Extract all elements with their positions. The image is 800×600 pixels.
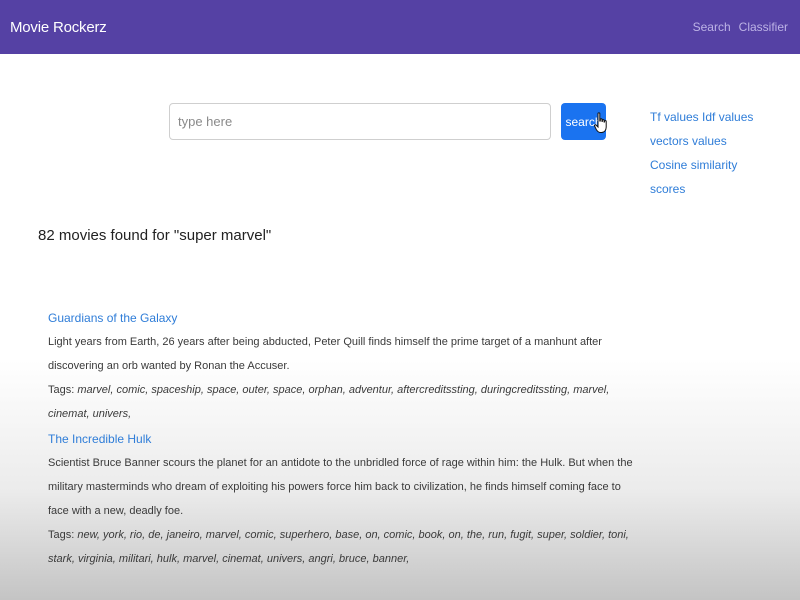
nav-link-classifier[interactable]: Classifier: [739, 20, 788, 34]
result-title-link[interactable]: Guardians of the Galaxy: [48, 306, 638, 330]
result-description: Scientist Bruce Banner scours the planet…: [48, 457, 633, 517]
search-button[interactable]: search: [561, 103, 606, 140]
tf-idf-values-link[interactable]: Tf values Idf values: [650, 105, 760, 129]
tags-values: new, york, rio, de, janeiro, marvel, com…: [48, 529, 629, 565]
result-description: Light years from Earth, 26 years after b…: [48, 336, 602, 372]
nav-links: Search Classifier: [693, 20, 788, 34]
result-item: Guardians of the Galaxy Light years from…: [48, 306, 638, 426]
side-links: Tf values Idf values vectors values Cosi…: [650, 105, 760, 201]
scores-link[interactable]: scores: [650, 177, 760, 201]
result-title-link[interactable]: The Incredible Hulk: [48, 427, 638, 451]
tags-label: Tags:: [48, 384, 75, 396]
result-tags: Tags: new, york, rio, de, janeiro, marve…: [48, 523, 638, 571]
vectors-values-link[interactable]: vectors values: [650, 129, 760, 153]
nav-link-search[interactable]: Search: [693, 20, 731, 34]
cosine-similarity-link[interactable]: Cosine similarity: [650, 153, 760, 177]
results-heading: 82 movies found for "super marvel": [38, 227, 272, 244]
search-input[interactable]: [169, 103, 551, 140]
tags-values: marvel, comic, spaceship, space, outer, …: [48, 384, 610, 420]
tags-label: Tags:: [48, 529, 75, 541]
brand-title[interactable]: Movie Rockerz: [10, 19, 107, 36]
result-item: The Incredible Hulk Scientist Bruce Bann…: [48, 427, 638, 571]
result-tags: Tags: marvel, comic, spaceship, space, o…: [48, 378, 638, 426]
top-navbar: Movie Rockerz Search Classifier: [0, 0, 800, 54]
